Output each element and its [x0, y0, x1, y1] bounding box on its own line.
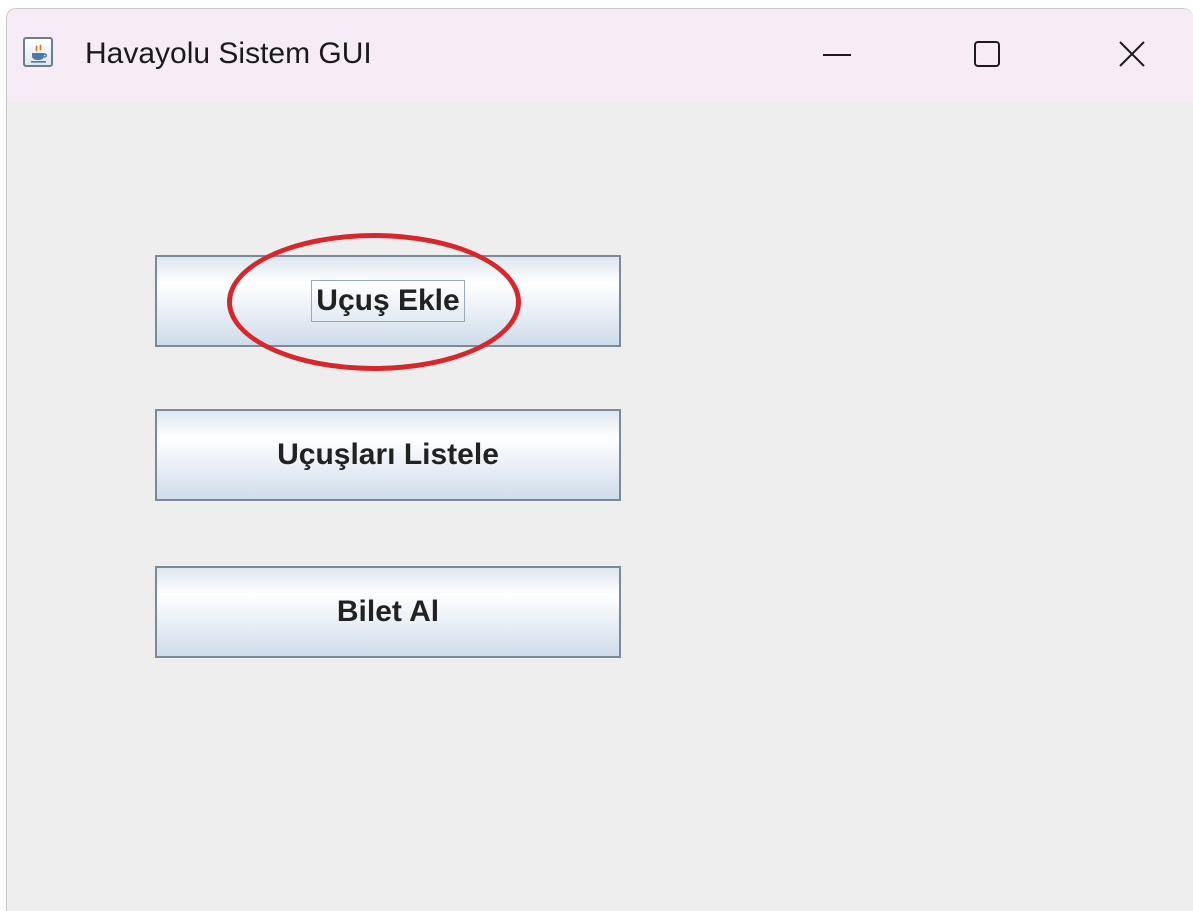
java-icon [23, 37, 53, 67]
close-icon [1119, 41, 1145, 67]
content-panel: Uçuş Ekle Uçuşları Listele Bilet Al [7, 101, 1193, 911]
maximize-button[interactable] [947, 23, 1027, 87]
add-flight-button[interactable]: Uçuş Ekle [155, 255, 621, 347]
buy-ticket-label: Bilet Al [336, 595, 440, 628]
list-flights-label: Uçuşları Listele [277, 438, 499, 471]
app-window: Havayolu Sistem GUI Uçuş Ekle Uçuşları L… [6, 8, 1193, 911]
close-button[interactable] [1092, 23, 1172, 87]
minimize-icon [823, 54, 851, 56]
title-bar[interactable]: Havayolu Sistem GUI [7, 9, 1193, 101]
window-title: Havayolu Sistem GUI [85, 37, 372, 70]
list-flights-button[interactable]: Uçuşları Listele [155, 409, 621, 501]
add-flight-label: Uçuş Ekle [311, 280, 465, 322]
minimize-button[interactable] [797, 23, 877, 87]
maximize-icon [974, 41, 1000, 67]
buy-ticket-button[interactable]: Bilet Al [155, 566, 621, 658]
